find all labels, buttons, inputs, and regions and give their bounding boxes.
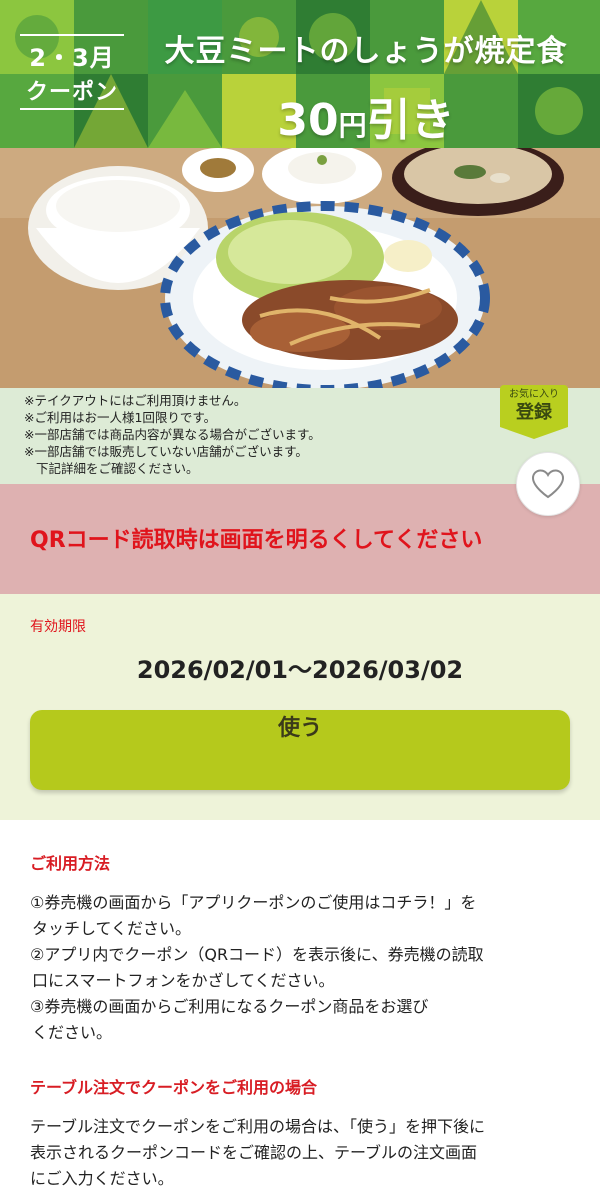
how-to-use-body: ①券売機の画面から「アプリクーポンのご使用はコチラ！」を タッチしてください。 … xyxy=(30,890,576,1046)
coupon-label: クーポン xyxy=(25,80,118,105)
favorite-register-tag[interactable]: お気に入り 登録 xyxy=(500,385,568,441)
coupon-period: 2・3月 xyxy=(29,44,115,72)
discount-suffix: 引き xyxy=(366,95,455,146)
discount-yen: 円 xyxy=(338,109,367,142)
validity-dates: 2026/02/01〜2026/03/02 xyxy=(136,656,464,684)
how-to-use-line: ②アプリ内でクーポン（QRコード）を表示後に、券売機の読取 xyxy=(30,945,484,964)
note-item: ※テイクアウトにはご利用頂けません。 xyxy=(24,393,247,408)
how-to-use-line: ①券売機の画面から「アプリクーポンのご使用はコチラ！」を xyxy=(30,893,477,912)
discount-number: 30 xyxy=(277,95,339,146)
instructions-section: ご利用方法 ①券売機の画面から「アプリクーポンのご使用はコチラ！」を タッチして… xyxy=(0,820,600,1200)
how-to-use-line: タッチしてください。 xyxy=(32,919,192,938)
table-order-line: 表示されるクーポンコードをご確認の上、テーブルの注文画面 xyxy=(30,1143,478,1162)
use-button[interactable]: 使う xyxy=(30,710,570,790)
qr-notice-text: QRコード読取時は画面を明るくしてください xyxy=(30,528,483,553)
food-photo-illustration xyxy=(0,148,600,388)
coupon-banner: 2・3月 クーポン 大豆ミートのしょうが焼定食 30円引き xyxy=(0,0,600,148)
how-to-use-line: ③券売機の画面からご利用になるクーポン商品をお選び xyxy=(30,997,429,1016)
qr-notice-section: QRコード読取時は画面を明るくしてください xyxy=(0,484,600,594)
favorite-button[interactable] xyxy=(516,452,580,516)
validity-label: 有効期限 xyxy=(30,619,86,635)
how-to-use-title: ご利用方法 xyxy=(30,854,111,873)
note-item: ※一部店舗では販売していない店舗がございます。 xyxy=(24,444,308,459)
favorite-tag-top: お気に入り xyxy=(509,389,559,400)
note-item: 下記詳細をご確認ください。 xyxy=(36,461,199,476)
coupon-period-badge: 2・3月 クーポン xyxy=(16,28,128,112)
heart-icon xyxy=(531,469,565,499)
validity-section: 有効期限 2026/02/01〜2026/03/02 使う xyxy=(0,594,600,820)
how-to-use-line: ください。 xyxy=(32,1023,113,1042)
table-order-line: テーブル注文でクーポンをご利用の場合は、「使う」を押下後に xyxy=(30,1117,486,1136)
note-item: ※一部店舗では商品内容が異なる場合がございます。 xyxy=(24,427,321,442)
coupon-discount: 30円引き xyxy=(146,84,586,148)
note-item: ※ご利用はお一人様1回限りです。 xyxy=(24,410,217,425)
table-order-title: テーブル注文でクーポンをご利用の場合 xyxy=(30,1078,318,1097)
coupon-title: 大豆ミートのしょうが焼定食 xyxy=(164,34,568,69)
food-photo xyxy=(0,148,600,388)
table-order-body: テーブル注文でクーポンをご利用の場合は、「使う」を押下後に 表示されるクーポンコ… xyxy=(30,1114,576,1192)
favorite-tag-main: 登録 xyxy=(500,399,568,427)
how-to-use-line: 口にスマートフォンをかざしてください。 xyxy=(32,971,335,990)
table-order-line: にご入力ください。 xyxy=(30,1169,174,1188)
